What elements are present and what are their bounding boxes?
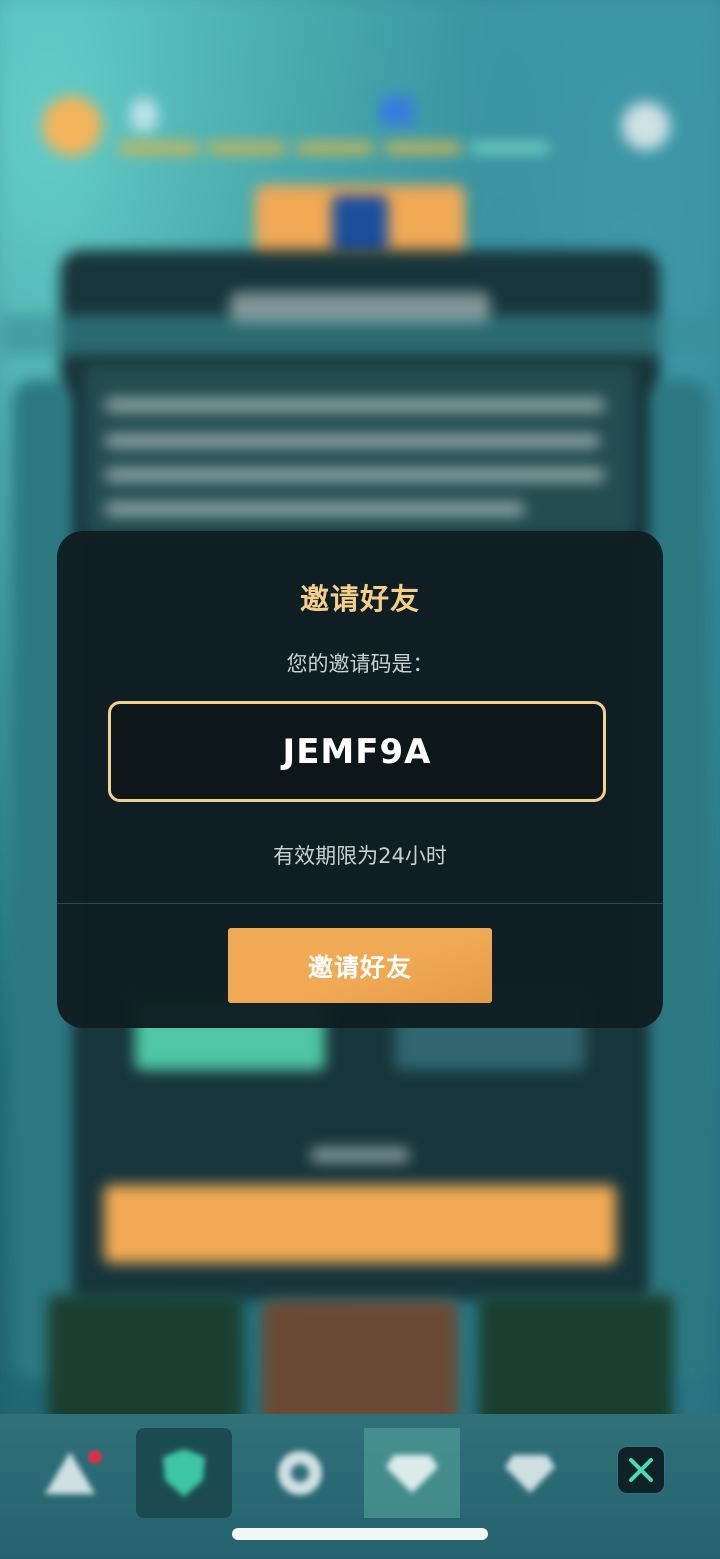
nav-tab-compass[interactable]: [252, 1428, 348, 1518]
validity-notice: 有效期限为24小时: [273, 844, 447, 868]
home-indicator[interactable]: [232, 1528, 488, 1540]
diamond-icon: [386, 1455, 438, 1493]
dialog-title: 邀请好友: [299, 582, 420, 616]
nav-tab-gem[interactable]: [482, 1428, 578, 1518]
invite-code-box[interactable]: JEMF9A: [108, 701, 606, 802]
dialog-divider: [57, 903, 663, 904]
close-button[interactable]: [618, 1447, 664, 1493]
settings-gear-icon: [622, 102, 670, 150]
nav-tab-warning[interactable]: [22, 1428, 118, 1518]
player-avatar: [42, 96, 102, 156]
close-icon: [629, 1458, 653, 1482]
shield-icon: [163, 1449, 205, 1497]
nav-tab-diamond[interactable]: [364, 1428, 460, 1518]
gem-icon: [505, 1455, 555, 1493]
nav-tab-shield[interactable]: [136, 1428, 232, 1518]
invite-friend-button[interactable]: 邀请好友: [228, 928, 492, 1003]
invite-code-prompt: 您的邀请码是：: [286, 652, 434, 676]
invite-code[interactable]: JEMF9A: [283, 732, 432, 772]
notification-dot: [88, 1450, 102, 1464]
invite-friend-dialog: 邀请好友 您的邀请码是： JEMF9A 有效期限为24小时 邀请好友: [57, 531, 663, 1028]
compass-icon: [278, 1451, 322, 1495]
